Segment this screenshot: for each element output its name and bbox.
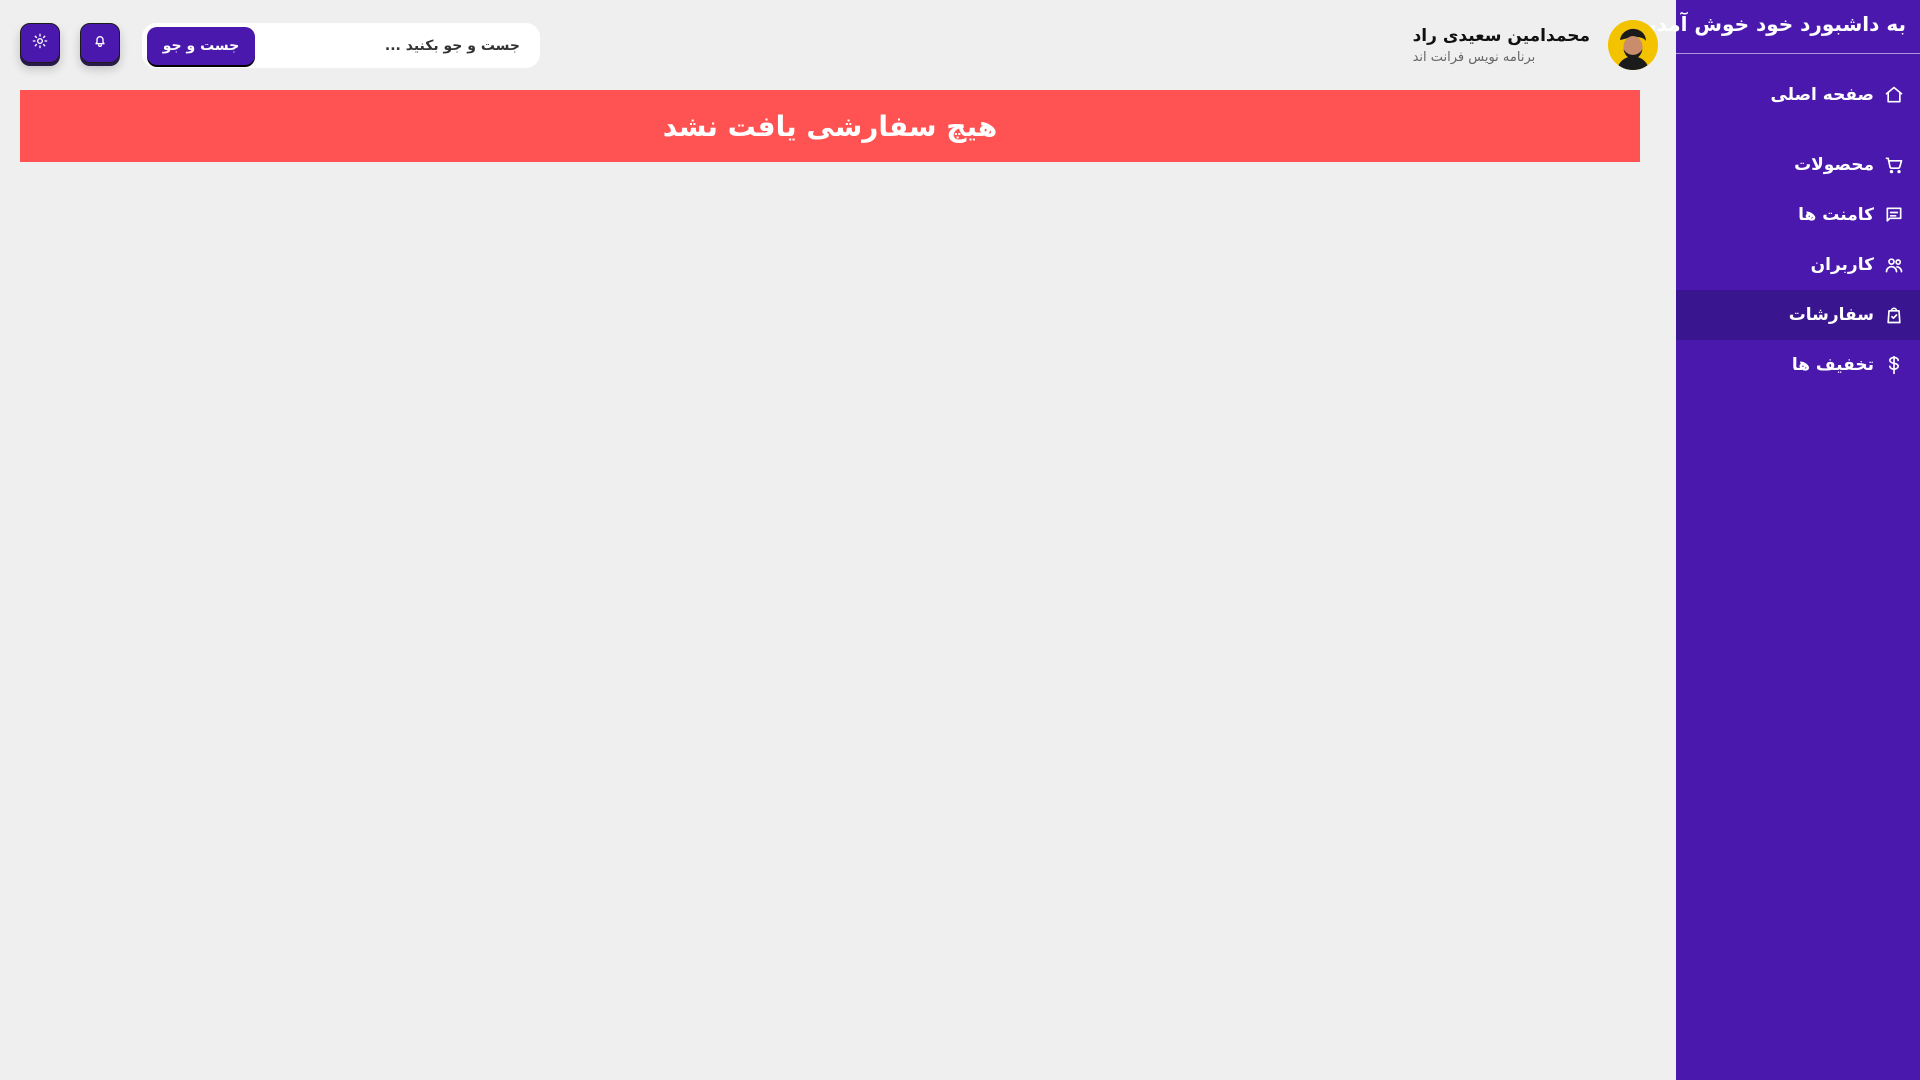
sidebar-item-label: صفحه اصلی (1770, 85, 1874, 105)
theme-toggle-button[interactable] (20, 23, 60, 63)
search-input[interactable] (263, 27, 522, 64)
user-info: محمدامین سعیدی راد برنامه نویس فرانت اند (1413, 26, 1590, 65)
user-profile[interactable]: محمدامین سعیدی راد برنامه نویس فرانت اند (1413, 20, 1658, 70)
users-icon (1882, 253, 1906, 277)
sun-icon (32, 33, 48, 53)
cart-icon (1882, 153, 1906, 177)
dashboard-app: به داشبورد خود خوش آمدید صفحه اصلی محصول… (0, 0, 1920, 1080)
sidebar-item-discounts[interactable]: تخفیف ها (1676, 340, 1920, 390)
no-orders-alert: هیچ سفارشی یافت نشد (20, 90, 1640, 162)
home-icon (1882, 83, 1906, 107)
sidebar-item-users[interactable]: کاربران (1676, 240, 1920, 290)
sidebar-item-products[interactable]: محصولات (1676, 140, 1920, 190)
sidebar-item-comments[interactable]: کامنت ها (1676, 190, 1920, 240)
sidebar-item-label: سفارشات (1788, 305, 1874, 325)
bag-check-icon (1882, 303, 1906, 327)
user-role: برنامه نویس فرانت اند (1412, 49, 1536, 65)
top-header: محمدامین سعیدی راد برنامه نویس فرانت اند… (0, 0, 1676, 90)
bell-icon (92, 33, 108, 53)
avatar (1608, 20, 1658, 70)
sidebar-item-label: کاربران (1810, 255, 1874, 275)
alert-message: هیچ سفارشی یافت نشد (662, 109, 998, 143)
notifications-button[interactable] (80, 23, 120, 63)
search-button[interactable]: جست و جو (147, 26, 255, 65)
sidebar-item-home[interactable]: صفحه اصلی (1676, 70, 1920, 120)
sidebar-item-label: تخفیف ها (1791, 355, 1874, 375)
sidebar: به داشبورد خود خوش آمدید صفحه اصلی محصول… (1638, 0, 1920, 1080)
sidebar-menu: صفحه اصلی محصولات کامنت ها کاربران سفارش… (1676, 54, 1920, 554)
dollar-icon (1882, 353, 1906, 377)
sidebar-item-label: کامنت ها (1798, 205, 1874, 225)
comment-icon (1882, 203, 1906, 227)
search-bar: جست و جو (142, 23, 540, 68)
sidebar-title: به داشبورد خود خوش آمدید (1638, 0, 1920, 54)
user-name: محمدامین سعیدی راد (1412, 25, 1590, 46)
sidebar-item-orders[interactable]: سفارشات (1676, 290, 1920, 340)
sidebar-item-label: محصولات (1794, 155, 1874, 175)
